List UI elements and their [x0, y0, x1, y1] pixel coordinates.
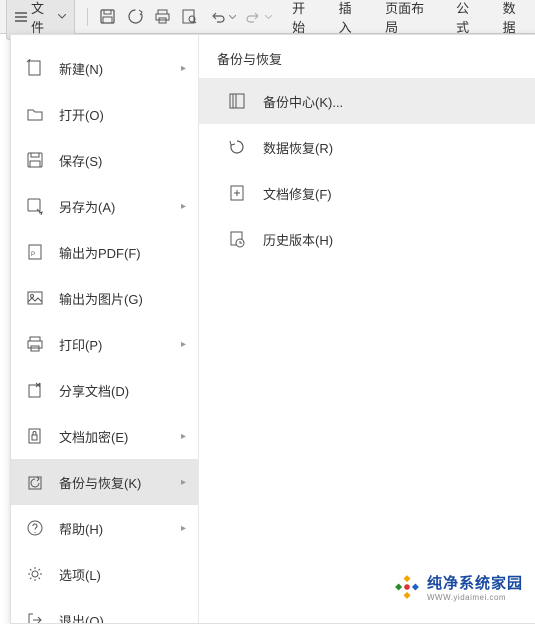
menu-item-share[interactable]: 分享文档(D): [11, 367, 198, 413]
submenu-item-data-recovery[interactable]: 数据恢复(R): [199, 124, 535, 170]
print-icon: [25, 334, 45, 354]
menu-item-label: 帮助(H): [59, 519, 103, 538]
menu-item-export-pdf[interactable]: P 输出为PDF(F): [11, 229, 198, 275]
menu-item-new[interactable]: 新建(N) ▸: [11, 45, 198, 91]
backup-center-icon: [227, 91, 247, 111]
submenu-item-label: 数据恢复(R): [263, 138, 333, 157]
menu-item-options[interactable]: 选项(L): [11, 551, 198, 597]
menu-item-label: 输出为图片(G): [59, 289, 143, 308]
submenu-item-label: 历史版本(H): [263, 230, 333, 249]
new-file-icon: [25, 58, 45, 78]
chevron-right-icon: ▸: [181, 523, 186, 534]
file-menu-left: 新建(N) ▸ 打开(O) 保存(S) 另存为(A) ▸ P 输出为PDF(F)…: [11, 35, 199, 623]
menu-item-label: 备份与恢复(K): [59, 473, 141, 492]
svg-text:P: P: [31, 252, 35, 258]
menu-item-print[interactable]: 打印(P) ▸: [11, 321, 198, 367]
toolbar: 文件 开始 插入 页面布局 公式 数据: [0, 0, 535, 34]
menu-item-label: 选项(L): [59, 565, 101, 584]
file-menu-right: 备份与恢复 备份中心(K)... 数据恢复(R) 文档修复(F) 历史版本(H): [199, 35, 535, 623]
chevron-right-icon: ▸: [181, 431, 186, 442]
submenu-item-label: 备份中心(K)...: [263, 92, 343, 111]
image-icon: [25, 288, 45, 308]
divider: [87, 8, 88, 26]
chevron-right-icon: ▸: [181, 201, 186, 212]
menu-item-label: 另存为(A): [59, 197, 115, 216]
save-as-icon: [25, 196, 45, 216]
menu-item-encrypt[interactable]: 文档加密(E) ▸: [11, 413, 198, 459]
menu-item-help[interactable]: 帮助(H) ▸: [11, 505, 198, 551]
backup-icon: [25, 472, 45, 492]
menu-item-export-image[interactable]: 输出为图片(G): [11, 275, 198, 321]
menu-item-open[interactable]: 打开(O): [11, 91, 198, 137]
submenu-item-history[interactable]: 历史版本(H): [199, 216, 535, 262]
menu-item-label: 退出(Q): [59, 611, 104, 624]
menu-item-label: 输出为PDF(F): [59, 243, 141, 262]
undo-icon[interactable]: [208, 8, 225, 26]
file-menu-dropdown: 新建(N) ▸ 打开(O) 保存(S) 另存为(A) ▸ P 输出为PDF(F)…: [10, 34, 535, 624]
menu-item-label: 打印(P): [59, 335, 102, 354]
share-icon: [25, 380, 45, 400]
lock-icon: [25, 426, 45, 446]
menu-item-save-as[interactable]: 另存为(A) ▸: [11, 183, 198, 229]
chevron-right-icon: ▸: [181, 339, 186, 350]
submenu-item-label: 文档修复(F): [263, 184, 332, 203]
menu-item-label: 打开(O): [59, 105, 104, 124]
menu-item-label: 保存(S): [59, 151, 102, 170]
gear-icon: [25, 564, 45, 584]
chevron-down-icon[interactable]: [265, 15, 272, 19]
menu-item-label: 分享文档(D): [59, 381, 129, 400]
redo-icon[interactable]: [245, 8, 262, 26]
save-icon: [25, 150, 45, 170]
hamburger-icon: [15, 12, 27, 22]
help-icon: [25, 518, 45, 538]
save-icon[interactable]: [99, 8, 116, 26]
repair-icon: [227, 183, 247, 203]
submenu-title: 备份与恢复: [199, 49, 535, 78]
preview-icon[interactable]: [181, 8, 198, 26]
submenu-item-doc-repair[interactable]: 文档修复(F): [199, 170, 535, 216]
save-as-icon[interactable]: [126, 8, 143, 26]
pdf-icon: P: [25, 242, 45, 262]
chevron-right-icon: ▸: [181, 63, 186, 74]
recovery-icon: [227, 137, 247, 157]
menu-item-save[interactable]: 保存(S): [11, 137, 198, 183]
history-icon: [227, 229, 247, 249]
menu-item-label: 文档加密(E): [59, 427, 128, 446]
chevron-right-icon: ▸: [181, 477, 186, 488]
folder-open-icon: [25, 104, 45, 124]
print-icon[interactable]: [154, 8, 171, 26]
chevron-down-icon[interactable]: [229, 15, 236, 19]
menu-item-exit[interactable]: 退出(Q): [11, 597, 198, 623]
chevron-down-icon: [58, 14, 66, 19]
menu-item-label: 新建(N): [59, 59, 103, 78]
exit-icon: [25, 610, 45, 623]
menu-item-backup[interactable]: 备份与恢复(K) ▸: [11, 459, 198, 505]
file-menu-label: 文件: [31, 0, 55, 36]
submenu-item-backup-center[interactable]: 备份中心(K)...: [199, 78, 535, 124]
